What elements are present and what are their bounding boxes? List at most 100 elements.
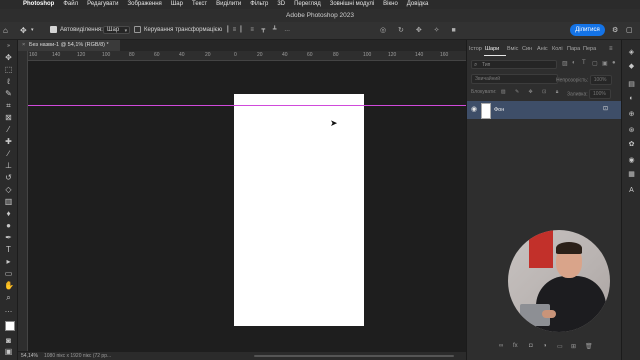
tab-channels[interactable]: Син (522, 43, 532, 55)
move-tool-icon[interactable]: ✥ (4, 53, 13, 62)
visibility-eye-icon[interactable]: ◉ (471, 105, 477, 113)
menu-app-name[interactable]: Photoshop (23, 0, 54, 9)
screen-mode-icon[interactable]: ▣ (4, 347, 13, 356)
history-brush-tool-icon[interactable]: ↺ (4, 173, 13, 182)
opacity-value[interactable]: 100% (589, 75, 612, 85)
frame-tool-icon[interactable]: ⊠ (4, 113, 13, 122)
menu-help[interactable]: Довідка (407, 0, 429, 9)
blend-mode-dropdown[interactable]: Звичайний (471, 74, 558, 84)
vertical-ruler[interactable] (18, 51, 28, 351)
delete-layer-icon[interactable]: 🗑︎ (585, 343, 593, 350)
menu-edit[interactable]: Редагувати (87, 0, 118, 9)
learn-icon[interactable]: ⊕ (627, 110, 636, 119)
character-icon[interactable]: A (627, 186, 636, 195)
home-icon[interactable]: ⌂ (3, 26, 8, 35)
shapes-icon[interactable]: ◉ (627, 156, 636, 165)
pen-tool-icon[interactable]: ✒ (4, 233, 13, 242)
align-icons[interactable]: ┃≡┃ ≡ ┳ ┻ … (226, 26, 293, 35)
foreground-color-swatch[interactable] (5, 321, 15, 331)
tool-preset-chevron-icon[interactable]: ▾ (31, 26, 34, 35)
layer-style-icon[interactable]: fx (513, 343, 518, 349)
tab-history[interactable]: Істор (469, 43, 482, 55)
document-tab[interactable]: × Без назви-1 @ 54,1% (RGB/8) * (18, 40, 120, 51)
menu-filter[interactable]: Фільтр (250, 0, 268, 9)
brushes-icon[interactable]: ✿ (627, 140, 636, 149)
libraries-icon[interactable]: ◈ (627, 48, 636, 57)
adjustment-layer-icon[interactable]: ◑ (543, 343, 547, 349)
tab-colors[interactable]: Колі (552, 43, 563, 55)
menu-file[interactable]: Файл (63, 0, 78, 9)
filter-smart-object-icon[interactable]: ▣ (602, 60, 608, 67)
horizontal-guide[interactable] (28, 105, 466, 106)
quick-select-tool-icon[interactable]: ✎ (4, 89, 13, 98)
dodge-tool-icon[interactable]: ● (4, 221, 13, 230)
filter-shape-icon[interactable]: ▢ (592, 60, 598, 67)
marquee-tool-icon[interactable]: ⬚ (4, 65, 13, 74)
new-layer-icon[interactable]: ⊞ (571, 343, 576, 350)
swatches-icon[interactable]: ◆ (627, 62, 636, 71)
link-layers-icon[interactable]: ∞ (499, 343, 503, 349)
menu-layer[interactable]: Шар (171, 0, 183, 9)
filter-toggle-icon[interactable]: ● (612, 60, 616, 66)
layer-filter-search[interactable]: ⌕ Тип (471, 60, 557, 69)
horizontal-scrollbar[interactable] (254, 355, 454, 357)
auto-select-dropdown[interactable]: Шар (103, 26, 131, 34)
share-button[interactable]: Ділитися (570, 24, 605, 36)
panel-menu-icon[interactable]: ≡ (609, 43, 613, 55)
path-select-tool-icon[interactable]: ▸ (4, 257, 13, 266)
transform-controls-checkbox[interactable]: Керування трансформацією (134, 26, 222, 35)
hand-tool-icon[interactable]: ✋ (4, 281, 14, 290)
tab-paragraph[interactable]: Пара (567, 43, 580, 55)
brush-tool-icon[interactable]: ∕ (4, 149, 13, 158)
properties-icon[interactable]: ▤ (627, 80, 636, 89)
move-tool-icon[interactable]: ✥ (20, 26, 27, 35)
blur-tool-icon[interactable]: ♦ (4, 209, 13, 218)
canvas-area[interactable]: ➤ (28, 61, 466, 351)
layer-mask-icon[interactable]: ◘ (529, 343, 533, 349)
quick-mask-icon[interactable]: ◙ (4, 336, 13, 345)
tab-layers[interactable]: Шари (485, 43, 499, 55)
zoom-tool-icon[interactable]: ⌕ (4, 293, 13, 302)
menu-window[interactable]: Вікно (383, 0, 398, 9)
filter-type-icon[interactable]: T (582, 60, 586, 66)
auto-select-checkbox[interactable]: Автовиділення: (50, 26, 103, 35)
fill-value[interactable]: 100% (589, 89, 611, 99)
healing-brush-tool-icon[interactable]: ✚ (4, 137, 13, 146)
patterns-icon[interactable]: ▦ (627, 170, 636, 179)
filter-pixel-icon[interactable]: ▨ (562, 60, 568, 67)
workspace-icon[interactable]: ▢ (626, 26, 633, 35)
layer-name[interactable]: Фон (494, 101, 504, 119)
menu-view[interactable]: Перегляд (294, 0, 321, 9)
filter-adjustment-icon[interactable]: ◐ (572, 60, 576, 66)
gradient-tool-icon[interactable]: ▥ (4, 197, 13, 206)
lasso-tool-icon[interactable]: ℓ (4, 77, 13, 86)
menu-image[interactable]: Зображення (128, 0, 162, 9)
more-tools-icon[interactable]: … (4, 305, 13, 314)
menu-select[interactable]: Виділити (216, 0, 241, 9)
document-info[interactable]: 1080 пікс x 1920 пікс (72 pp... (44, 352, 111, 360)
tab-animation[interactable]: Аніс (537, 43, 548, 55)
layer-row[interactable]: ◉ Фон ⊡ (467, 101, 621, 119)
tab-brushes[interactable]: Пера (583, 43, 596, 55)
horizontal-ruler[interactable]: 160 140 120 100 80 60 40 20 0 20 40 60 8… (27, 51, 466, 61)
type-tool-icon[interactable]: T (4, 245, 13, 254)
menu-3d[interactable]: 3D (277, 0, 285, 9)
lock-icon[interactable]: ⊡ (603, 105, 608, 112)
adjustments-icon[interactable]: ◐ (627, 94, 636, 103)
eraser-tool-icon[interactable]: ◇ (4, 185, 13, 194)
menu-type[interactable]: Текст (192, 0, 207, 9)
rectangle-tool-icon[interactable]: ▭ (4, 269, 13, 278)
zoom-level[interactable]: 54,14% (21, 352, 38, 360)
settings-gear-icon[interactable]: ⚙ (612, 26, 618, 35)
crop-tool-icon[interactable]: ⌗ (4, 101, 13, 110)
3d-mode-icons[interactable]: ◎ ↻ ✥ ✧ ■ (380, 26, 461, 35)
document-canvas[interactable] (234, 94, 364, 326)
eyedropper-tool-icon[interactable]: ⁄ (4, 125, 13, 134)
color-icon[interactable]: ⊛ (627, 126, 636, 135)
new-group-icon[interactable]: ▭ (557, 343, 563, 350)
toolbar-collapse-icon[interactable]: » (4, 42, 13, 51)
close-tab-icon[interactable]: × (22, 40, 25, 51)
tab-content[interactable]: Вміс (507, 43, 518, 55)
clone-stamp-tool-icon[interactable]: ⊥ (4, 161, 13, 170)
lock-icons[interactable]: ▨ ✎ ✥ ⊡ 🔒︎ (501, 89, 563, 95)
